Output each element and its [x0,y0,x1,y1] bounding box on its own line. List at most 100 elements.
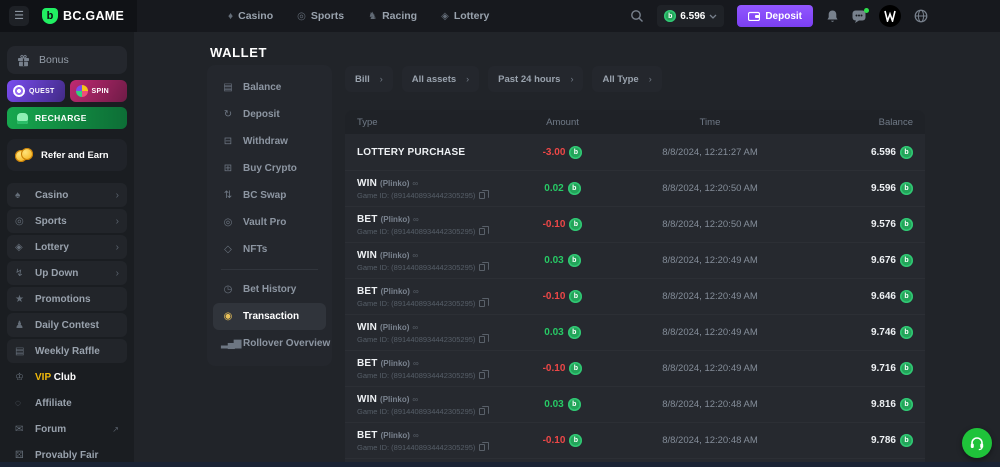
sidebar-item-daily-contest[interactable]: ♟ Daily Contest [7,313,127,337]
filter-past-24-hours[interactable]: Past 24 hours › [488,66,583,92]
filter-all-assets[interactable]: All assets › [402,66,479,92]
chevron-right-icon: › [649,74,652,84]
link-icon[interactable]: ∞ [413,431,419,440]
table-row[interactable]: WIN (Plinko) ∞ Game ID: (891440893444230… [345,314,925,350]
sidebar-item-affiliate[interactable]: ◌ Affiliate [7,391,127,415]
topnav-sports[interactable]: ◎ Sports [297,10,344,22]
table-row[interactable]: LOTTERY PURCHASE ∞ -3.00 b 8/8/2024, 12:… [345,134,925,170]
sidebar-item-forum[interactable]: ✉ Forum ↗ [7,417,127,441]
wallet-menu-deposit[interactable]: ↻ Deposit [213,101,326,128]
table-row[interactable]: WIN (Plinko) ∞ Game ID: (891440893444230… [345,242,925,278]
main-content: WALLET ▤ Balance ↻ Deposit ⊟ Withdraw ⊞ … [134,32,1000,467]
coin-icon: b [900,326,913,339]
link-icon[interactable]: ∞ [413,215,419,224]
sidebar-item-promotions[interactable]: ★ Promotions [7,287,127,311]
wallet-menu-icon: ▂▄▆ [221,338,234,349]
filter-bill[interactable]: Bill › [345,66,393,92]
copy-icon[interactable] [479,444,485,451]
chat-icon[interactable] [852,10,866,23]
amount-value: -0.10 [543,363,566,374]
sidebar-item-vip-club[interactable]: ♔ VIP Club [7,365,127,389]
wallet-menu-icon: ◇ [221,244,234,255]
sidebar-item-lottery[interactable]: ◈ Lottery › [7,235,127,259]
bonus-button[interactable]: Bonus [7,46,127,74]
wallet-menu-transaction[interactable]: ◉ Transaction [213,303,326,330]
table-row[interactable]: WIN (Plinko) ∞ Game ID: (891440893444230… [345,386,925,422]
refer-and-earn-button[interactable]: Refer and Earn [7,139,127,171]
balance-selector[interactable]: b 6.596 [657,5,724,27]
quest-button[interactable]: QUEST [7,80,65,102]
wallet-menu-bet-history[interactable]: ◷ Bet History [213,276,326,303]
coin-icon: b [664,10,676,22]
coin-icon: b [569,290,582,303]
topnav-lottery[interactable]: ◈ Lottery [441,10,489,22]
chevron-right-icon: › [380,74,383,84]
table-row[interactable]: BET (Plinko) ∞ Game ID: (891440893444230… [345,206,925,242]
sidebar-item-label: Affiliate [35,398,115,409]
wallet-menu-withdraw[interactable]: ⊟ Withdraw [213,128,326,155]
link-icon[interactable]: ∞ [412,323,418,332]
sidebar-item-up-down[interactable]: ↯ Up Down › [7,261,127,285]
link-icon[interactable]: ∞ [413,287,419,296]
copy-icon[interactable] [479,300,485,307]
game-id: Game ID: (8914408934442305295) [357,335,475,344]
recharge-button[interactable]: RECHARGE [7,107,127,129]
amount-value: -0.10 [543,435,566,446]
link-icon[interactable]: ∞ [412,251,418,260]
deposit-button[interactable]: Deposit [737,5,813,27]
gift-icon [17,54,30,67]
wallet-menu-rollover-overview[interactable]: ▂▄▆ Rollover Overview [213,330,326,357]
copy-icon[interactable] [479,228,485,235]
sidebar-item-label: Up Down [35,268,112,279]
wallet-menu-icon: ⊞ [221,163,234,174]
transaction-type: BET [357,214,378,225]
table-row[interactable]: BET (Plinko) ∞ Game ID: (891440893444230… [345,422,925,458]
topnav-racing[interactable]: ♞ Racing [368,10,417,22]
sidebar-item-casino[interactable]: ♠ Casino › [7,183,127,207]
copy-icon[interactable] [479,372,485,379]
support-chat-button[interactable] [962,428,992,458]
wallet-menu-label: NFTs [243,244,267,255]
table-row[interactable]: BET (Plinko) ∞ Game ID: (891440893444230… [345,350,925,386]
copy-icon[interactable] [479,264,485,271]
link-icon[interactable]: ∞ [412,179,418,188]
link-icon[interactable]: ∞ [413,359,419,368]
wallet-menu-buy-crypto[interactable]: ⊞ Buy Crypto [213,155,326,182]
amount-value: 0.03 [544,327,563,338]
sidebar-item-sports[interactable]: ◎ Sports › [7,209,127,233]
bonus-label: Bonus [39,54,69,66]
wallet-menu-balance[interactable]: ▤ Balance [213,74,326,101]
avatar[interactable] [879,5,901,27]
sidebar-menu: ♠ Casino › ◎ Sports › ◈ Lottery › ↯ Up D… [7,183,127,467]
topnav-casino[interactable]: ♦ Casino [228,10,273,22]
game-id: Game ID: (8914408934442305295) [357,263,475,272]
wallet-menu-bc-swap[interactable]: ⇅ BC Swap [213,182,326,209]
link-icon[interactable]: ∞ [412,395,418,404]
search-icon[interactable] [630,9,644,23]
language-globe-icon[interactable] [914,9,928,23]
game-id: Game ID: (8914408934442305295) [357,227,475,236]
wallet-menu-icon: ⊟ [221,136,234,147]
logo[interactable]: b BC.GAME [42,8,124,24]
copy-icon[interactable] [479,192,485,199]
balance-value: 9.676 [871,255,896,266]
topbar-logo-area: ☰ b BC.GAME [0,0,137,32]
balance-value: 9.716 [871,363,896,374]
menu-icon[interactable]: ☰ [9,6,29,26]
coin-icon: b [568,326,581,339]
wallet-menu-nfts[interactable]: ◇ NFTs [213,236,326,263]
sidebar-item-icon: ♔ [15,372,35,383]
wallet-menu-vault-pro[interactable]: ◎ Vault Pro [213,209,326,236]
notifications-bell-icon[interactable] [826,9,839,23]
nav-label: Casino [238,10,273,22]
wallet-menu-label: Deposit [243,109,280,120]
copy-icon[interactable] [479,336,485,343]
transaction-type: LOTTERY PURCHASE [357,147,465,158]
copy-icon[interactable] [479,408,485,415]
spin-button[interactable]: SPIN [70,80,128,102]
sidebar-item-weekly-raffle[interactable]: ▤ Weekly Raffle [7,339,127,363]
table-row[interactable]: WIN (Plinko) ∞ Game ID: (891440893444230… [345,170,925,206]
table-row[interactable]: BET (Plinko) ∞ Game ID: (891440893444230… [345,278,925,314]
filter-all-type[interactable]: All Type › [592,66,661,92]
chevron-right-icon: › [116,242,119,253]
